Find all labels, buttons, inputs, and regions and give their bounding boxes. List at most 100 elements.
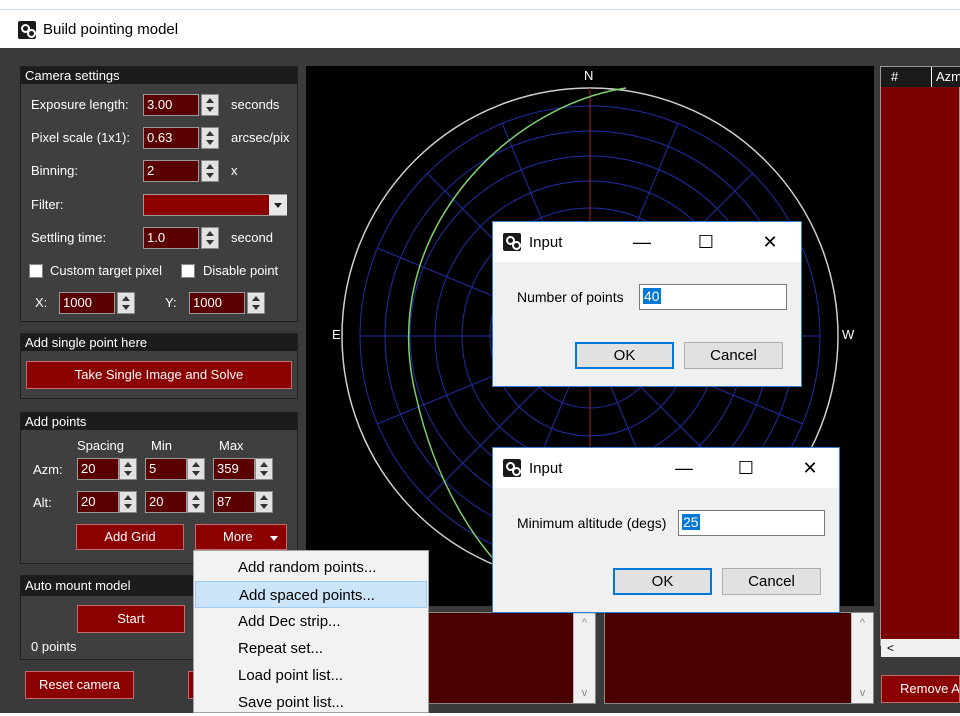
pixel-scale-label: Pixel scale (1x1): xyxy=(31,130,130,145)
app-icon xyxy=(18,21,36,39)
title-bar: Build pointing model xyxy=(0,11,960,48)
minimum-altitude-dialog: Input — ☐ ✕ Minimum altitude (degs) 25 O… xyxy=(492,447,840,613)
alt-max-spinner[interactable] xyxy=(255,491,273,513)
settling-input[interactable]: 1.0 xyxy=(143,227,199,249)
log-pane-1[interactable]: ^ v xyxy=(420,612,596,704)
chevron-down-icon xyxy=(274,203,282,208)
window-title: Build pointing model xyxy=(43,21,179,38)
disable-point-label: Disable point xyxy=(203,263,279,278)
settling-label: Settling time: xyxy=(31,230,107,245)
maximize-button[interactable]: ☐ xyxy=(723,454,769,482)
scroll-up-icon[interactable]: ^ xyxy=(852,617,873,629)
exposure-spinner[interactable] xyxy=(201,94,219,116)
filter-dropdown-button[interactable] xyxy=(269,195,287,215)
spacing-column-label: Spacing xyxy=(77,438,124,453)
azm-min-spinner[interactable] xyxy=(187,458,205,480)
log-pane-2[interactable]: ^ v xyxy=(604,612,874,704)
close-button[interactable]: ✕ xyxy=(787,454,833,482)
alt-label: Alt: xyxy=(33,495,52,510)
settling-unit: second xyxy=(231,230,273,245)
scroll-down-icon[interactable]: v xyxy=(574,687,595,699)
filter-select[interactable] xyxy=(143,194,287,216)
west-label: W xyxy=(842,327,855,342)
binning-label: Binning: xyxy=(31,163,78,178)
take-single-image-button[interactable]: Take Single Image and Solve xyxy=(26,361,292,389)
reset-camera-button[interactable]: Reset camera xyxy=(25,671,134,699)
camera-settings-header: Camera settings xyxy=(21,67,297,84)
scrollbar[interactable]: ^ v xyxy=(851,613,873,703)
camera-settings-group: Camera settings Exposure length: 3.00 se… xyxy=(20,66,298,322)
column-hash[interactable]: # xyxy=(891,67,898,87)
menu-item-add-random-points[interactable]: Add random points... xyxy=(195,554,427,581)
top-stripe xyxy=(0,0,960,10)
azm-spacing-input[interactable]: 20 xyxy=(77,458,119,480)
horizontal-scrollbar[interactable]: < xyxy=(881,639,960,657)
add-points-group: Add points Spacing Min Max Azm: 20 5 359… xyxy=(20,412,298,564)
exposure-input[interactable]: 3.00 xyxy=(143,94,199,116)
menu-item-add-spaced-points[interactable]: Add spaced points... xyxy=(195,581,427,608)
ok-button[interactable]: OK xyxy=(613,568,712,595)
more-button[interactable]: More xyxy=(195,524,287,550)
y-input[interactable]: 1000 xyxy=(189,292,245,314)
cancel-button[interactable]: Cancel xyxy=(722,568,821,595)
x-label: X: xyxy=(35,295,48,310)
maximize-button[interactable]: ☐ xyxy=(683,228,729,256)
minimum-altitude-input[interactable]: 25 xyxy=(678,510,825,536)
disable-point-checkbox[interactable] xyxy=(181,264,195,278)
minimize-button[interactable]: — xyxy=(661,454,707,482)
azm-min-input[interactable]: 5 xyxy=(145,458,187,480)
pixel-scale-input[interactable]: 0.63 xyxy=(143,127,199,149)
alt-spacing-input[interactable]: 20 xyxy=(77,491,119,513)
menu-item-repeat-set[interactable]: Repeat set... xyxy=(195,635,427,662)
y-label: Y: xyxy=(165,295,177,310)
pixel-scale-spinner[interactable] xyxy=(201,127,219,149)
binning-spinner[interactable] xyxy=(201,160,219,182)
point-list-header: # Azm xyxy=(881,67,960,87)
alt-max-input[interactable]: 87 xyxy=(213,491,255,513)
pixel-scale-unit: arcsec/pix xyxy=(231,130,290,145)
alt-min-spinner[interactable] xyxy=(187,491,205,513)
scrollbar[interactable]: ^ v xyxy=(573,613,595,703)
dialog-title: Input xyxy=(529,460,563,477)
scroll-left-icon[interactable]: < xyxy=(887,641,894,655)
alt-min-input[interactable]: 20 xyxy=(145,491,187,513)
max-column-label: Max xyxy=(219,438,244,453)
custom-target-checkbox[interactable] xyxy=(29,264,43,278)
filter-label: Filter: xyxy=(31,197,64,212)
ok-button[interactable]: OK xyxy=(575,342,674,369)
menu-item-add-dec-strip[interactable]: Add Dec strip... xyxy=(195,608,427,635)
points-count-label: 0 points xyxy=(31,639,77,654)
column-azm[interactable]: Azm xyxy=(931,67,960,87)
more-menu: Add random points... Add spaced points..… xyxy=(193,550,429,713)
alt-spacing-spinner[interactable] xyxy=(119,491,137,513)
settling-spinner[interactable] xyxy=(201,227,219,249)
chevron-down-icon xyxy=(270,536,278,541)
number-of-points-input[interactable]: 40 xyxy=(639,284,787,310)
east-label: E xyxy=(332,327,341,342)
single-point-group: Add single point here Take Single Image … xyxy=(20,333,298,399)
x-spinner[interactable] xyxy=(117,292,135,314)
binning-input[interactable]: 2 xyxy=(143,160,199,182)
y-spinner[interactable] xyxy=(247,292,265,314)
azm-spacing-spinner[interactable] xyxy=(119,458,137,480)
point-list[interactable]: # Azm < xyxy=(880,66,960,657)
start-button[interactable]: Start xyxy=(77,605,185,633)
exposure-unit: seconds xyxy=(231,97,280,112)
minimum-altitude-label: Minimum altitude (degs) xyxy=(517,515,667,531)
azm-label: Azm: xyxy=(33,462,63,477)
menu-item-load-point-list[interactable]: Load point list... xyxy=(195,662,427,689)
minimize-button[interactable]: — xyxy=(619,228,665,256)
add-grid-button[interactable]: Add Grid xyxy=(76,524,184,550)
scroll-up-icon[interactable]: ^ xyxy=(574,617,595,629)
dialog-title-bar: Input — ☐ ✕ xyxy=(493,222,801,262)
azm-max-spinner[interactable] xyxy=(255,458,273,480)
x-input[interactable]: 1000 xyxy=(59,292,115,314)
remove-all-button[interactable]: Remove A xyxy=(881,675,960,703)
azm-max-input[interactable]: 359 xyxy=(213,458,255,480)
scroll-down-icon[interactable]: v xyxy=(852,687,873,699)
custom-target-label: Custom target pixel xyxy=(50,263,162,278)
dialog-title: Input xyxy=(529,234,563,251)
menu-item-save-point-list[interactable]: Save point list... xyxy=(195,689,427,716)
close-button[interactable]: ✕ xyxy=(747,228,793,256)
cancel-button[interactable]: Cancel xyxy=(684,342,783,369)
